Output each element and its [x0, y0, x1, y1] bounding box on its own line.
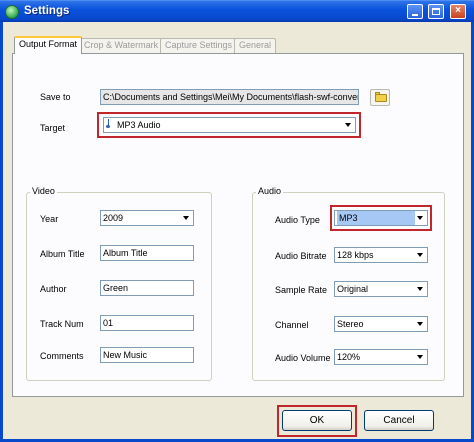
- chevron-down-icon: [183, 216, 189, 220]
- target-value: MP3 Audio: [117, 120, 161, 130]
- chevron-down-icon: [417, 355, 423, 359]
- save-to-label: Save to: [40, 92, 71, 102]
- chevron-down-icon: [345, 123, 351, 127]
- target-label: Target: [40, 123, 66, 133]
- author-field[interactable]: Green: [100, 280, 194, 296]
- folder-icon: [375, 94, 387, 102]
- chevron-down-icon: [417, 216, 423, 220]
- tab-capture-settings[interactable]: Capture Settings: [160, 38, 238, 53]
- audio-bitrate-select[interactable]: 128 kbps: [334, 247, 428, 263]
- sample-rate-value: Original: [337, 284, 369, 294]
- tab-general[interactable]: General: [234, 38, 277, 53]
- browse-folder-button[interactable]: [370, 89, 390, 106]
- audio-volume-select[interactable]: 120%: [334, 349, 428, 365]
- album-title-field[interactable]: Album Title: [100, 245, 194, 261]
- maximize-button[interactable]: [428, 4, 444, 19]
- music-note-icon: [106, 119, 115, 129]
- window-frame: [0, 22, 3, 442]
- sample-rate-select[interactable]: Original: [334, 281, 428, 297]
- tab-crop-watermark[interactable]: Crop & Watermark: [79, 38, 164, 53]
- audio-volume-label: Audio Volume: [275, 353, 331, 363]
- audio-type-select[interactable]: MP3: [334, 210, 428, 226]
- window-title: Settings: [24, 5, 70, 17]
- minimize-icon: [412, 14, 418, 16]
- chevron-down-icon: [417, 322, 423, 326]
- comments-label: Comments: [40, 351, 84, 361]
- minimize-button[interactable]: [407, 4, 423, 19]
- channel-value: Stereo: [337, 319, 364, 329]
- chevron-down-icon: [417, 253, 423, 257]
- audio-group-title: Audio: [256, 186, 284, 196]
- comments-field[interactable]: New Music: [100, 347, 194, 363]
- maximize-icon: [432, 8, 440, 15]
- settings-window: Settings × Output Format Crop & Watermar…: [0, 0, 474, 442]
- channel-select[interactable]: Stereo: [334, 316, 428, 332]
- close-button[interactable]: ×: [450, 4, 466, 19]
- track-num-label: Track Num: [40, 319, 84, 329]
- video-group-title: Video: [30, 186, 57, 196]
- audio-type-label: Audio Type: [275, 215, 320, 225]
- album-title-label: Album Title: [40, 249, 85, 259]
- ok-button[interactable]: OK: [282, 410, 352, 431]
- chevron-down-icon: [417, 287, 423, 291]
- target-select[interactable]: MP3 Audio: [103, 117, 356, 133]
- cancel-button[interactable]: Cancel: [364, 410, 434, 431]
- tab-output-format[interactable]: Output Format: [14, 36, 83, 54]
- year-value: 2009: [103, 213, 124, 223]
- close-icon: ×: [455, 5, 461, 16]
- save-to-path-field[interactable]: C:\Documents and Settings\Mei\My Documen…: [100, 89, 359, 105]
- app-icon: [5, 5, 19, 19]
- channel-label: Channel: [275, 320, 309, 330]
- audio-type-value: MP3: [337, 211, 415, 225]
- year-select[interactable]: 2009: [100, 210, 194, 226]
- audio-bitrate-label: Audio Bitrate: [275, 251, 327, 261]
- title-bar[interactable]: Settings ×: [0, 0, 474, 22]
- sample-rate-label: Sample Rate: [275, 285, 328, 295]
- author-label: Author: [40, 284, 67, 294]
- year-label: Year: [40, 214, 59, 224]
- audio-bitrate-value: 128 kbps: [337, 250, 374, 260]
- audio-volume-value: 120%: [337, 352, 361, 362]
- track-num-field[interactable]: 01: [100, 315, 194, 331]
